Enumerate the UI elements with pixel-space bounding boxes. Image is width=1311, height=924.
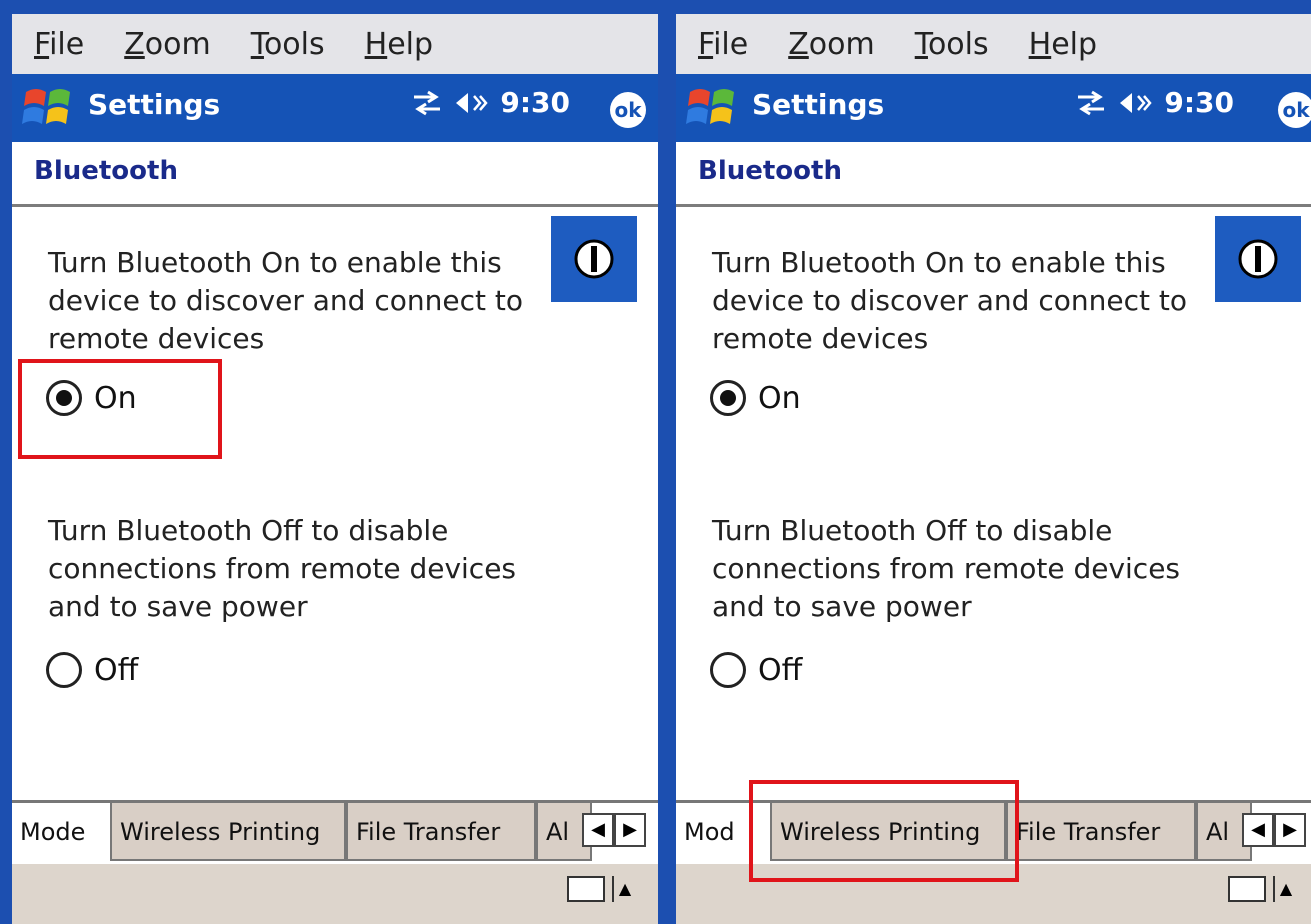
input-menu-arrow[interactable]: ▲ (1273, 876, 1297, 902)
keyboard-icon[interactable] (567, 876, 605, 902)
clock-time[interactable]: 9:30 (1164, 86, 1234, 119)
tab-scroll-right[interactable]: ▶ (614, 813, 646, 847)
radio-on[interactable] (46, 380, 82, 416)
menu-file[interactable]: File (698, 27, 748, 62)
title-text: Settings (88, 88, 221, 121)
title-bar: Settings 9:30 ok (676, 74, 1311, 142)
tab-wireless-printing[interactable]: Wireless Printing (110, 803, 346, 861)
device-screenshot-left: File Zoom Tools Help Settings 9:30 ok Bl… (12, 14, 658, 924)
menu-help[interactable]: Help (365, 27, 433, 62)
radio-on-label: On (758, 380, 801, 416)
tab-scroll: ◀ ▶ (1242, 813, 1306, 847)
bottom-bar: ▲ (12, 864, 658, 924)
radio-off[interactable] (710, 652, 746, 688)
tab-scroll-right[interactable]: ▶ (1274, 813, 1306, 847)
page-title: Bluetooth (34, 156, 178, 186)
tab-file-transfer[interactable]: File Transfer (1006, 803, 1196, 861)
page-header: Bluetooth (676, 142, 1311, 207)
status-area: 9:30 (1074, 86, 1234, 119)
on-description: Turn Bluetooth On to enable this device … (48, 246, 523, 355)
radio-on[interactable] (710, 380, 746, 416)
menu-bar: File Zoom Tools Help (12, 14, 658, 74)
radio-off-label: Off (758, 652, 803, 688)
menu-bar: File Zoom Tools Help (676, 14, 1311, 74)
tab-strip: Mode Wireless Printing File Transfer Al … (12, 800, 658, 867)
title-bar: Settings 9:30 ok (12, 74, 658, 142)
off-description: Turn Bluetooth Off to disable connection… (48, 514, 517, 623)
connectivity-arrows-icon[interactable] (1074, 89, 1108, 117)
menu-zoom[interactable]: Zoom (124, 27, 211, 62)
tab-wireless-printing[interactable]: Wireless Printing (770, 803, 1006, 861)
input-menu-arrow[interactable]: ▲ (612, 876, 636, 902)
menu-zoom[interactable]: Zoom (788, 27, 875, 62)
radio-on-label: On (94, 380, 137, 416)
ok-button[interactable]: ok (610, 92, 646, 128)
menu-tools[interactable]: Tools (251, 27, 325, 62)
on-description: Turn Bluetooth On to enable this device … (712, 246, 1187, 355)
tab-mode[interactable]: Mode (12, 803, 110, 861)
connectivity-arrows-icon[interactable] (410, 89, 444, 117)
tab-scroll: ◀ ▶ (582, 813, 646, 847)
menu-file[interactable]: File (34, 27, 84, 62)
ok-button[interactable]: ok (1278, 92, 1311, 128)
device-screenshot-right: File Zoom Tools Help Settings 9:30 ok Bl… (676, 14, 1311, 924)
radio-on-row[interactable]: On (710, 380, 801, 416)
page-header: Bluetooth (12, 142, 658, 207)
clock-time[interactable]: 9:30 (500, 86, 570, 119)
radio-on-row[interactable]: On (46, 380, 137, 416)
volume-icon[interactable] (454, 88, 490, 118)
status-area: 9:30 (410, 86, 570, 119)
title-text: Settings (752, 88, 885, 121)
off-description: Turn Bluetooth Off to disable connection… (712, 514, 1181, 623)
tab-mode[interactable]: Mod (676, 803, 770, 861)
menu-tools[interactable]: Tools (915, 27, 989, 62)
tab-scroll-left[interactable]: ◀ (1242, 813, 1274, 847)
volume-icon[interactable] (1118, 88, 1154, 118)
radio-off-row[interactable]: Off (710, 652, 802, 688)
windows-start-icon[interactable] (684, 82, 740, 134)
bottom-bar: ▲ (676, 864, 1311, 924)
tab-strip: Mod Wireless Printing File Transfer Al ◀… (676, 800, 1311, 867)
menu-help[interactable]: Help (1029, 27, 1097, 62)
windows-start-icon[interactable] (20, 82, 76, 134)
page-title: Bluetooth (698, 156, 842, 186)
radio-off[interactable] (46, 652, 82, 688)
radio-off-row[interactable]: Off (46, 652, 138, 688)
tab-scroll-left[interactable]: ◀ (582, 813, 614, 847)
radio-off-label: Off (94, 652, 139, 688)
tab-file-transfer[interactable]: File Transfer (346, 803, 536, 861)
keyboard-icon[interactable] (1228, 876, 1266, 902)
